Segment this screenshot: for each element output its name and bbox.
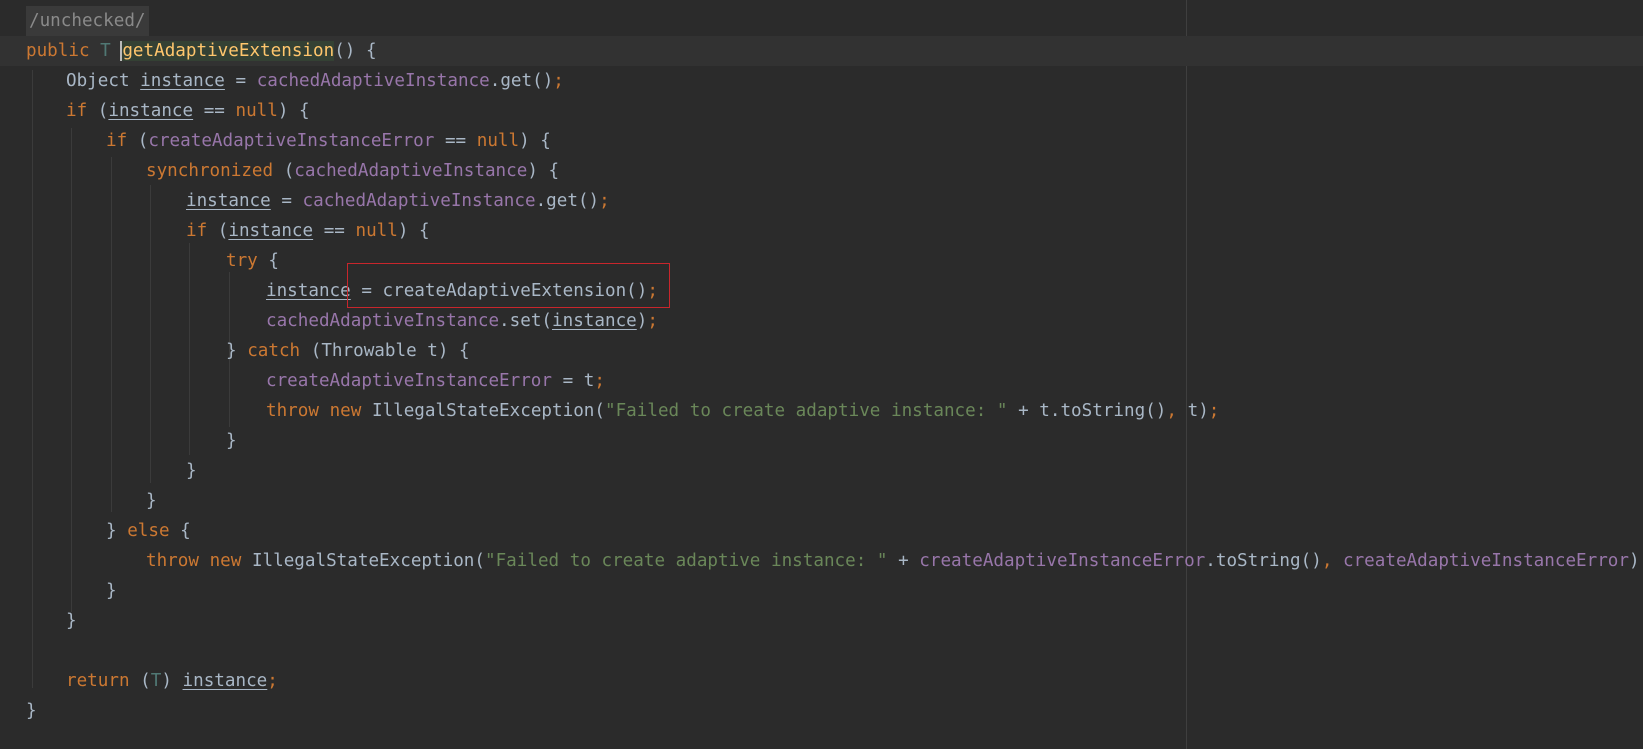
code-line[interactable]: }: [186, 456, 197, 486]
field-reference: createAdaptiveInstanceError: [1343, 551, 1629, 571]
code-line[interactable]: } catch (Throwable t) {: [226, 336, 470, 366]
method-call: toString: [1215, 551, 1301, 571]
code-line[interactable]: cachedAdaptiveInstance.set(instance);: [266, 306, 658, 336]
local-variable: instance: [108, 101, 194, 121]
keyword-synchronized: synchronized: [146, 161, 274, 181]
method-call: createAdaptiveExtension: [382, 281, 627, 301]
parameter: t: [1187, 401, 1199, 421]
type-exception: IllegalStateException: [371, 401, 595, 421]
local-variable: instance: [186, 191, 271, 211]
string-literal: "Failed to create adaptive instance: ": [604, 401, 1008, 421]
local-variable: instance: [228, 221, 314, 241]
code-line[interactable]: instance = cachedAdaptiveInstance.get();: [186, 186, 610, 216]
type-throwable: Throwable: [321, 341, 417, 361]
annotation: /unchecked/: [26, 6, 149, 36]
keyword-else: else: [127, 521, 170, 541]
code-line-current[interactable]: public T getAdaptiveExtension() {: [0, 36, 1643, 66]
field-reference: createAdaptiveInstanceError: [148, 131, 435, 151]
local-variable: instance: [266, 281, 351, 301]
keyword-null: null: [476, 131, 520, 151]
parameter: t: [427, 341, 438, 361]
code-line[interactable]: createAdaptiveInstanceError = t;: [266, 366, 605, 396]
keyword-throw: throw: [146, 551, 199, 571]
code-line[interactable]: /unchecked/: [26, 6, 149, 36]
type-parameter: T: [100, 41, 111, 61]
method-call: set: [509, 311, 542, 331]
keyword-if: if: [106, 131, 128, 151]
keyword-public: public: [26, 41, 90, 61]
keyword-if: if: [66, 101, 88, 121]
keyword-return: return: [66, 671, 130, 691]
method-call: toString: [1060, 401, 1146, 421]
parameter: t: [583, 371, 595, 391]
local-variable: instance: [182, 671, 268, 691]
type-object: Object: [66, 71, 130, 91]
field-reference: createAdaptiveInstanceError: [266, 371, 552, 391]
code-line[interactable]: } else {: [106, 516, 191, 546]
code-line[interactable]: return (T) instance;: [66, 666, 278, 696]
code-line[interactable]: throw new IllegalStateException("Failed …: [266, 396, 1219, 426]
keyword-throw: throw: [266, 401, 319, 421]
code-line[interactable]: }: [226, 426, 237, 456]
code-line[interactable]: throw new IllegalStateException("Failed …: [146, 546, 1643, 576]
code-line[interactable]: }: [66, 606, 77, 636]
type-parameter: T: [150, 671, 162, 691]
indent-guide: [189, 243, 190, 455]
indent-guide: [71, 128, 72, 612]
field-reference: cachedAdaptiveInstance: [294, 161, 528, 181]
code-line[interactable]: Object instance = cachedAdaptiveInstance…: [66, 66, 564, 96]
indent-guide: [32, 70, 33, 688]
method-call: get: [546, 191, 578, 211]
right-margin-guide: [1186, 0, 1187, 749]
code-line[interactable]: }: [26, 696, 37, 726]
string-literal: "Failed to create adaptive instance: ": [484, 551, 888, 571]
code-line[interactable]: if (instance == null) {: [186, 216, 430, 246]
code-line[interactable]: try {: [226, 246, 279, 276]
keyword-new: new: [209, 551, 242, 571]
code-editor[interactable]: /unchecked/ public T getAdaptiveExtensio…: [0, 0, 1643, 749]
method-name[interactable]: getAdaptiveExtension: [122, 41, 335, 61]
code-line[interactable]: }: [146, 486, 157, 516]
field-reference: cachedAdaptiveInstance: [256, 71, 490, 91]
code-line[interactable]: }: [106, 576, 117, 606]
keyword-null: null: [235, 101, 278, 121]
indent-guide: [111, 157, 112, 512]
keyword-null: null: [355, 221, 398, 241]
field-reference: cachedAdaptiveInstance: [266, 311, 500, 331]
field-reference: cachedAdaptiveInstance: [302, 191, 536, 211]
keyword-if: if: [186, 221, 208, 241]
method-call: get: [500, 71, 533, 91]
code-line[interactable]: synchronized (cachedAdaptiveInstance) {: [146, 156, 559, 186]
local-variable: instance: [140, 71, 225, 91]
code-line[interactable]: instance = createAdaptiveExtension();: [266, 276, 658, 306]
type-exception: IllegalStateException: [251, 551, 475, 571]
indent-guide: [150, 185, 151, 483]
keyword-try: try: [226, 251, 258, 271]
field-reference: createAdaptiveInstanceError: [919, 551, 1206, 571]
keyword-new: new: [329, 401, 362, 421]
local-variable: instance: [552, 311, 637, 331]
code-line[interactable]: if (createAdaptiveInstanceError == null)…: [106, 126, 551, 156]
parameter: t: [1039, 401, 1050, 421]
keyword-catch: catch: [247, 341, 301, 361]
code-line[interactable]: if (instance == null) {: [66, 96, 310, 126]
